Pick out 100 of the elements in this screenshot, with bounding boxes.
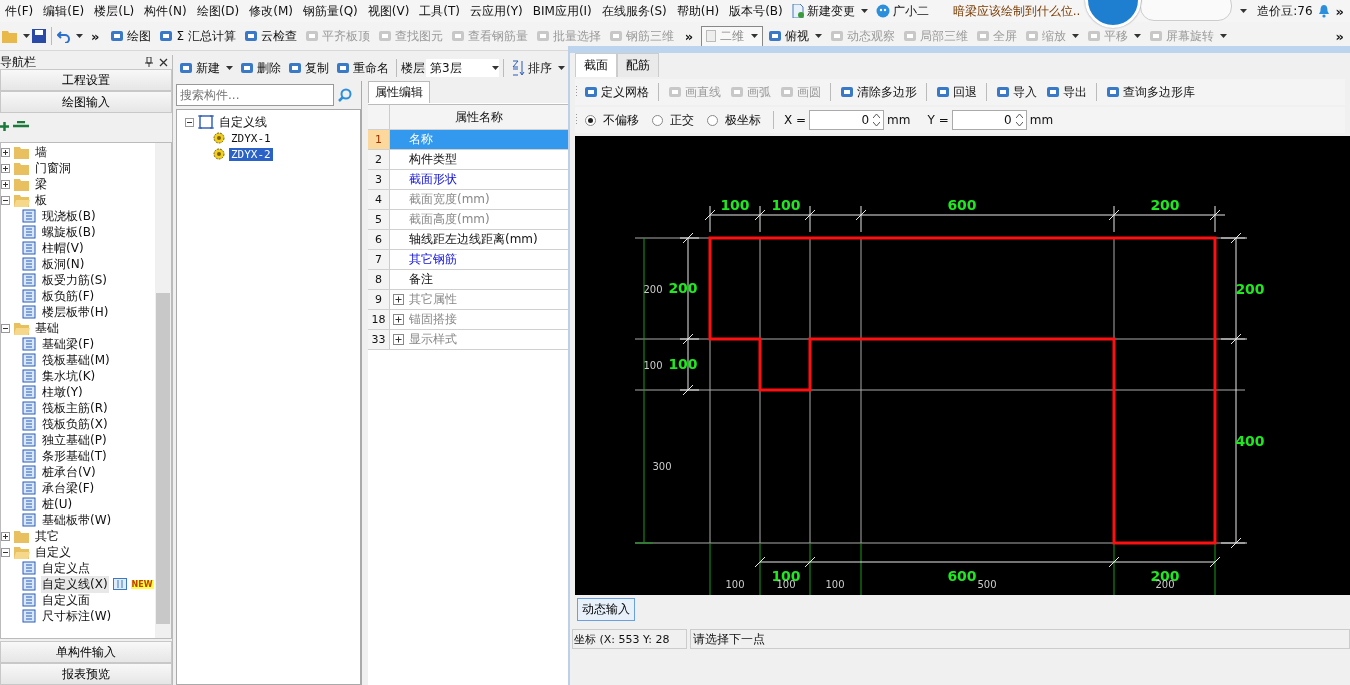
toolbar-button[interactable]: 俯视 [765, 26, 826, 46]
tree-item[interactable]: ZDYX-2 [229, 147, 273, 161]
tree-item[interactable]: 现浇板(B) [41, 207, 97, 225]
question-link[interactable]: 暗梁应该绘制到什么位.. [952, 2, 1081, 20]
tree-item[interactable]: 板洞(N) [41, 255, 86, 273]
toolbar-button[interactable]: 查询多边形库 [1103, 82, 1198, 102]
toolbar-button[interactable]: 云检查 [240, 26, 300, 46]
tree-item[interactable]: 独立基础(P) [41, 431, 108, 449]
property-name[interactable]: 截面高度(mm) [390, 210, 568, 229]
search-field[interactable]: 搜索构件... [176, 84, 334, 106]
menu-item[interactable]: 视图(V) [362, 2, 415, 20]
tree-item[interactable]: ZDYX-1 [229, 131, 273, 145]
toolbar-button[interactable]: 新建 [176, 58, 236, 78]
tree-item[interactable]: 柱墩(Y) [41, 383, 84, 401]
tree-item[interactable]: 螺旋板(B) [41, 223, 97, 241]
menu-item[interactable]: 工具(T) [414, 2, 466, 20]
property-name[interactable]: 轴线距左边线距离(mm) [390, 230, 568, 249]
assistant-bubble[interactable] [1140, 0, 1233, 21]
toolbar-button[interactable]: 定义网格 [581, 82, 652, 102]
property-name[interactable]: 截面形状 [390, 170, 568, 189]
section-button[interactable]: 工程设置 [0, 69, 172, 91]
property-name[interactable]: 备注 [390, 270, 568, 289]
menu-item[interactable]: 云应用(Y) [465, 2, 528, 20]
menu-item[interactable]: 在线服务(S) [596, 2, 672, 20]
tree-item[interactable]: 楼层板带(H) [41, 303, 110, 321]
number-field[interactable]: 0 [809, 110, 885, 130]
overflow-button[interactable]: » [85, 28, 106, 44]
menu-item[interactable]: 绘图(D) [191, 2, 245, 20]
radio-option[interactable]: 不偏移 [585, 111, 639, 129]
toolbar-button[interactable]: 删除 [237, 58, 284, 78]
search-button[interactable] [336, 86, 354, 104]
view-mode-select[interactable]: 二维 [701, 25, 764, 47]
property-name[interactable]: 锚固搭接 [390, 310, 568, 329]
tree-item[interactable]: 板负筋(F) [41, 287, 96, 305]
tree-item[interactable]: 基础板带(W) [41, 511, 113, 529]
menu-item[interactable]: BIM应用(I) [527, 2, 597, 20]
property-name[interactable]: 其它钢筋 [390, 250, 568, 269]
tree-item[interactable]: 筏板主筋(R) [41, 399, 109, 417]
tree-item[interactable]: 基础梁(F) [41, 335, 96, 353]
tree-item[interactable]: 板受力筋(S) [41, 271, 108, 289]
menu-item[interactable]: 修改(M) [244, 2, 298, 20]
toolbar-button[interactable]: 复制 [285, 58, 332, 78]
menu-item[interactable]: 件(F) [0, 2, 39, 20]
property-name[interactable]: 其它属性 [390, 290, 568, 309]
tree-item[interactable]: 梁 [34, 175, 48, 193]
radio-option[interactable]: 极坐标 [707, 111, 761, 129]
menu-item[interactable]: 钢筋量(Q) [297, 2, 363, 20]
property-name[interactable]: 截面宽度(mm) [390, 190, 568, 209]
toolbar-button[interactable]: 清除多边形 [837, 82, 920, 102]
menu-button[interactable]: 新建变更 [787, 2, 872, 20]
tree-item[interactable]: 承台梁(F) [41, 479, 96, 497]
toolbar-button[interactable]: 导入 [993, 82, 1040, 102]
tree-item[interactable]: 桩承台(V) [41, 463, 97, 481]
tree-item[interactable]: 自定义面 [41, 591, 91, 609]
drawing-canvas[interactable]: 100 100 600 200 200 400 200 100 200 100 300 100 600 200 100 100 100 500 200 [575, 136, 1350, 595]
scrollbar-thumb[interactable] [156, 293, 170, 624]
tree-item[interactable]: 自定义点 [41, 559, 91, 577]
tree-item[interactable]: 门窗洞 [34, 159, 72, 177]
menu-button[interactable]: 广小二 [871, 2, 933, 20]
tab[interactable]: 截面 [575, 53, 617, 77]
menu-item[interactable]: 帮助(H) [671, 2, 725, 20]
tree-item[interactable]: 尺寸标注(W) [41, 607, 113, 625]
section-button[interactable]: 报表预览 [0, 663, 172, 685]
floor-select[interactable]: 第3层 [426, 59, 499, 77]
menu-item[interactable]: 编辑(E) [38, 2, 90, 20]
toolbar-button[interactable]: 导出 [1043, 82, 1090, 102]
menu-item[interactable]: 构件(N) [139, 2, 192, 20]
sort-button[interactable]: 排序 [508, 58, 568, 78]
tree-item[interactable]: 筏板基础(M) [41, 351, 111, 369]
overflow-button[interactable]: » [1329, 3, 1350, 19]
toolbar-button[interactable]: Σ 汇总计算 [156, 26, 239, 46]
tree-item[interactable]: 墙 [34, 143, 48, 161]
toolbar-button[interactable]: 重命名 [333, 58, 392, 78]
property-name[interactable]: 构件类型 [390, 150, 568, 169]
panel-tab[interactable]: 属性编辑 [368, 81, 430, 103]
property-name[interactable]: 显示样式 [390, 330, 568, 349]
tab[interactable]: 配筋 [617, 53, 659, 77]
radio-option[interactable]: 正交 [652, 111, 694, 129]
tree-item[interactable]: 自定义线(X) [41, 575, 109, 593]
menu-item[interactable]: 版本号(B) [724, 2, 788, 20]
tree-item[interactable]: 自定义 [34, 543, 72, 561]
toolbar-button[interactable]: 绘图 [107, 26, 155, 46]
tree-item[interactable]: 桩(U) [41, 495, 74, 513]
tree-item[interactable]: 板 [34, 191, 48, 209]
overflow-button[interactable]: » [1329, 28, 1350, 44]
dynamic-input-button[interactable]: 动态输入 [577, 597, 635, 621]
overflow-button[interactable]: » [678, 28, 700, 44]
tree-item[interactable]: 其它 [34, 527, 60, 545]
number-field[interactable]: 0 [951, 110, 1027, 130]
tree-item[interactable]: 柱帽(V) [41, 239, 85, 257]
tree-item[interactable]: 基础 [34, 319, 60, 337]
section-outline[interactable] [708, 236, 1217, 545]
section-button[interactable]: 绘图输入 [0, 91, 172, 113]
tree-item[interactable]: 集水坑(K) [41, 367, 97, 385]
tree-item[interactable]: 自定义线 [218, 113, 268, 131]
menu-item[interactable]: 楼层(L) [89, 2, 140, 20]
section-button[interactable]: 单构件输入 [0, 641, 172, 663]
toolbar-button[interactable]: 回退 [933, 82, 980, 102]
tree-item[interactable]: 条形基础(T) [41, 447, 108, 465]
scrollbar[interactable] [155, 143, 171, 638]
